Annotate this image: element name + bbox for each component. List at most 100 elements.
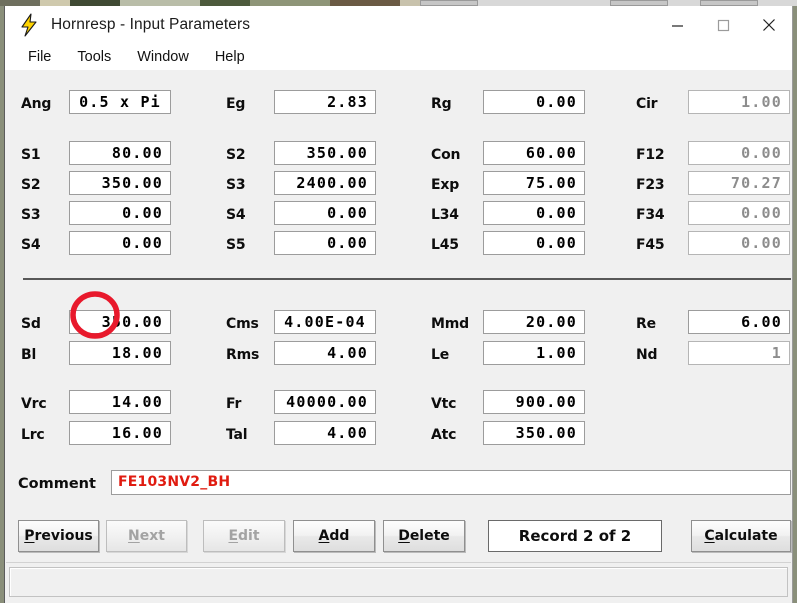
add-accel: A [318,528,330,544]
field-nd: 1 [688,341,790,365]
calculate-label: alculate [714,528,778,544]
label-l45: L45 [431,237,459,253]
field-vtc[interactable]: 900.00 [483,390,585,414]
field-le[interactable]: 1.00 [483,341,585,365]
add-label: dd [329,528,350,544]
status-separator [6,562,791,563]
label-s2b: S2 [226,147,246,163]
field-rg[interactable]: 0.00 [483,90,585,114]
hornresp-window: Hornresp - Input Parameters File Tools W… [4,6,793,603]
previous-accel: P [24,528,35,544]
label-f34: F34 [636,207,665,223]
edit-label: dit [238,528,260,544]
field-s2b[interactable]: 350.00 [274,141,376,165]
label-s3b: S3 [226,177,246,193]
label-lrc: Lrc [21,427,45,443]
label-vrc: Vrc [21,396,47,412]
field-l45[interactable]: 0.00 [483,231,585,255]
field-cms[interactable]: 4.00E-04 [274,310,376,334]
field-l34[interactable]: 0.00 [483,201,585,225]
field-s4b[interactable]: 0.00 [274,201,376,225]
next-accel: N [128,528,140,544]
field-re[interactable]: 6.00 [688,310,790,334]
calculate-button[interactable]: Calculate [691,520,791,552]
field-f12: 0.00 [688,141,790,165]
field-con[interactable]: 60.00 [483,141,585,165]
label-sd: Sd [21,316,41,332]
field-sd[interactable]: 350.00 [69,310,171,334]
comment-input[interactable]: FE103NV2_BH [111,470,791,495]
field-fr[interactable]: 40000.00 [274,390,376,414]
label-atc: Atc [431,427,457,443]
title-bar[interactable]: Hornresp - Input Parameters [5,6,792,44]
field-eg[interactable]: 2.83 [274,90,376,114]
field-mmd[interactable]: 20.00 [483,310,585,334]
field-s5[interactable]: 0.00 [274,231,376,255]
label-rms: Rms [226,347,260,363]
field-ang[interactable]: 0.5 x Pi [69,90,171,114]
label-s1: S1 [21,147,41,163]
field-rms[interactable]: 4.00 [274,341,376,365]
close-button[interactable] [746,6,792,44]
comment-label: Comment [18,476,96,492]
delete-label: elete [409,528,450,544]
window-controls [654,6,792,44]
label-s2: S2 [21,177,41,193]
label-cir: Cir [636,96,658,112]
field-atc[interactable]: 350.00 [483,421,585,445]
label-re: Re [636,316,656,332]
previous-button[interactable]: Previous [18,520,99,552]
menu-window[interactable]: Window [124,47,202,68]
field-s2[interactable]: 350.00 [69,171,171,195]
lightning-bolt-icon [17,12,43,38]
label-ang: Ang [21,96,52,112]
edit-accel: E [228,528,239,544]
label-f45: F45 [636,237,665,253]
field-lrc[interactable]: 16.00 [69,421,171,445]
label-s3: S3 [21,207,41,223]
menu-bar: File Tools Window Help [5,44,792,70]
field-s3b[interactable]: 2400.00 [274,171,376,195]
menu-tools[interactable]: Tools [64,47,124,68]
label-l34: L34 [431,207,459,223]
edit-button: Edit [203,520,285,552]
record-status: Record 2 of 2 [488,520,662,552]
add-button[interactable]: Add [293,520,375,552]
section-separator [23,278,791,280]
field-f45: 0.00 [688,231,790,255]
delete-accel: D [398,528,410,544]
field-bl[interactable]: 18.00 [69,341,171,365]
label-eg: Eg [226,96,246,112]
field-s3[interactable]: 0.00 [69,201,171,225]
label-con: Con [431,147,461,163]
input-parameters-panel: Ang 0.5 x Pi S1 80.00 S2 350.00 S3 0.00 … [10,70,791,559]
label-vtc: Vtc [431,396,457,412]
label-exp: Exp [431,177,460,193]
field-exp[interactable]: 75.00 [483,171,585,195]
label-rg: Rg [431,96,452,112]
previous-label: revious [34,528,93,544]
label-tal: Tal [226,427,248,443]
label-cms: Cms [226,316,259,332]
label-s5: S5 [226,237,246,253]
delete-button[interactable]: Delete [383,520,465,552]
menu-file[interactable]: File [15,47,64,68]
field-f23: 70.27 [688,171,790,195]
field-tal[interactable]: 4.00 [274,421,376,445]
next-label: ext [139,528,165,544]
field-s1[interactable]: 80.00 [69,141,171,165]
window-title: Hornresp - Input Parameters [51,16,251,33]
maximize-button[interactable] [700,6,746,44]
next-button: Next [106,520,187,552]
status-bar [9,567,788,597]
minimize-button[interactable] [654,6,700,44]
field-f34: 0.00 [688,201,790,225]
client-area: Ang 0.5 x Pi S1 80.00 S2 350.00 S3 0.00 … [6,70,791,603]
field-vrc[interactable]: 14.00 [69,390,171,414]
label-fr: Fr [226,396,242,412]
label-bl: Bl [21,347,37,363]
field-cir: 1.00 [688,90,790,114]
menu-help[interactable]: Help [202,47,258,68]
field-s4[interactable]: 0.00 [69,231,171,255]
label-s4b: S4 [226,207,246,223]
